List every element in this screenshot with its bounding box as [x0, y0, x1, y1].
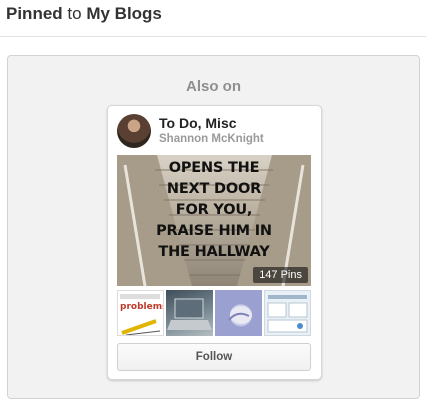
thumbnail-4[interactable] — [264, 290, 311, 336]
also-on-panel: Also on To Do, Misc Shannon McKnight OPE… — [7, 55, 420, 399]
also-on-heading: Also on — [186, 78, 241, 95]
thumbnail-1-text: problems... — [120, 302, 163, 312]
thumbnail-1[interactable]: problems... — [117, 290, 164, 336]
board-thumbnails: problems... — [117, 290, 311, 336]
board-name-link[interactable]: My Blogs — [86, 4, 162, 23]
board-card[interactable]: To Do, Misc Shannon McKnight OPENS THE N… — [107, 105, 322, 380]
pin-count-badge: 147 Pins — [253, 267, 308, 283]
pinned-to-heading: Pinned to My Blogs — [6, 4, 162, 24]
board-cover-image[interactable]: OPENS THE NEXT DOOR FOR YOU, PRAISE HIM … — [117, 155, 311, 286]
page-header: Pinned to My Blogs — [0, 0, 426, 37]
board-owner[interactable]: Shannon McKnight — [159, 133, 264, 145]
to-word: to — [67, 4, 82, 23]
thumbnail-2[interactable] — [166, 290, 213, 336]
owner-avatar[interactable] — [117, 114, 151, 148]
board-title[interactable]: To Do, Misc — [159, 115, 237, 131]
thumbnail-3[interactable] — [215, 290, 262, 336]
follow-button[interactable]: Follow — [117, 343, 311, 371]
pinned-word: Pinned — [6, 4, 63, 23]
